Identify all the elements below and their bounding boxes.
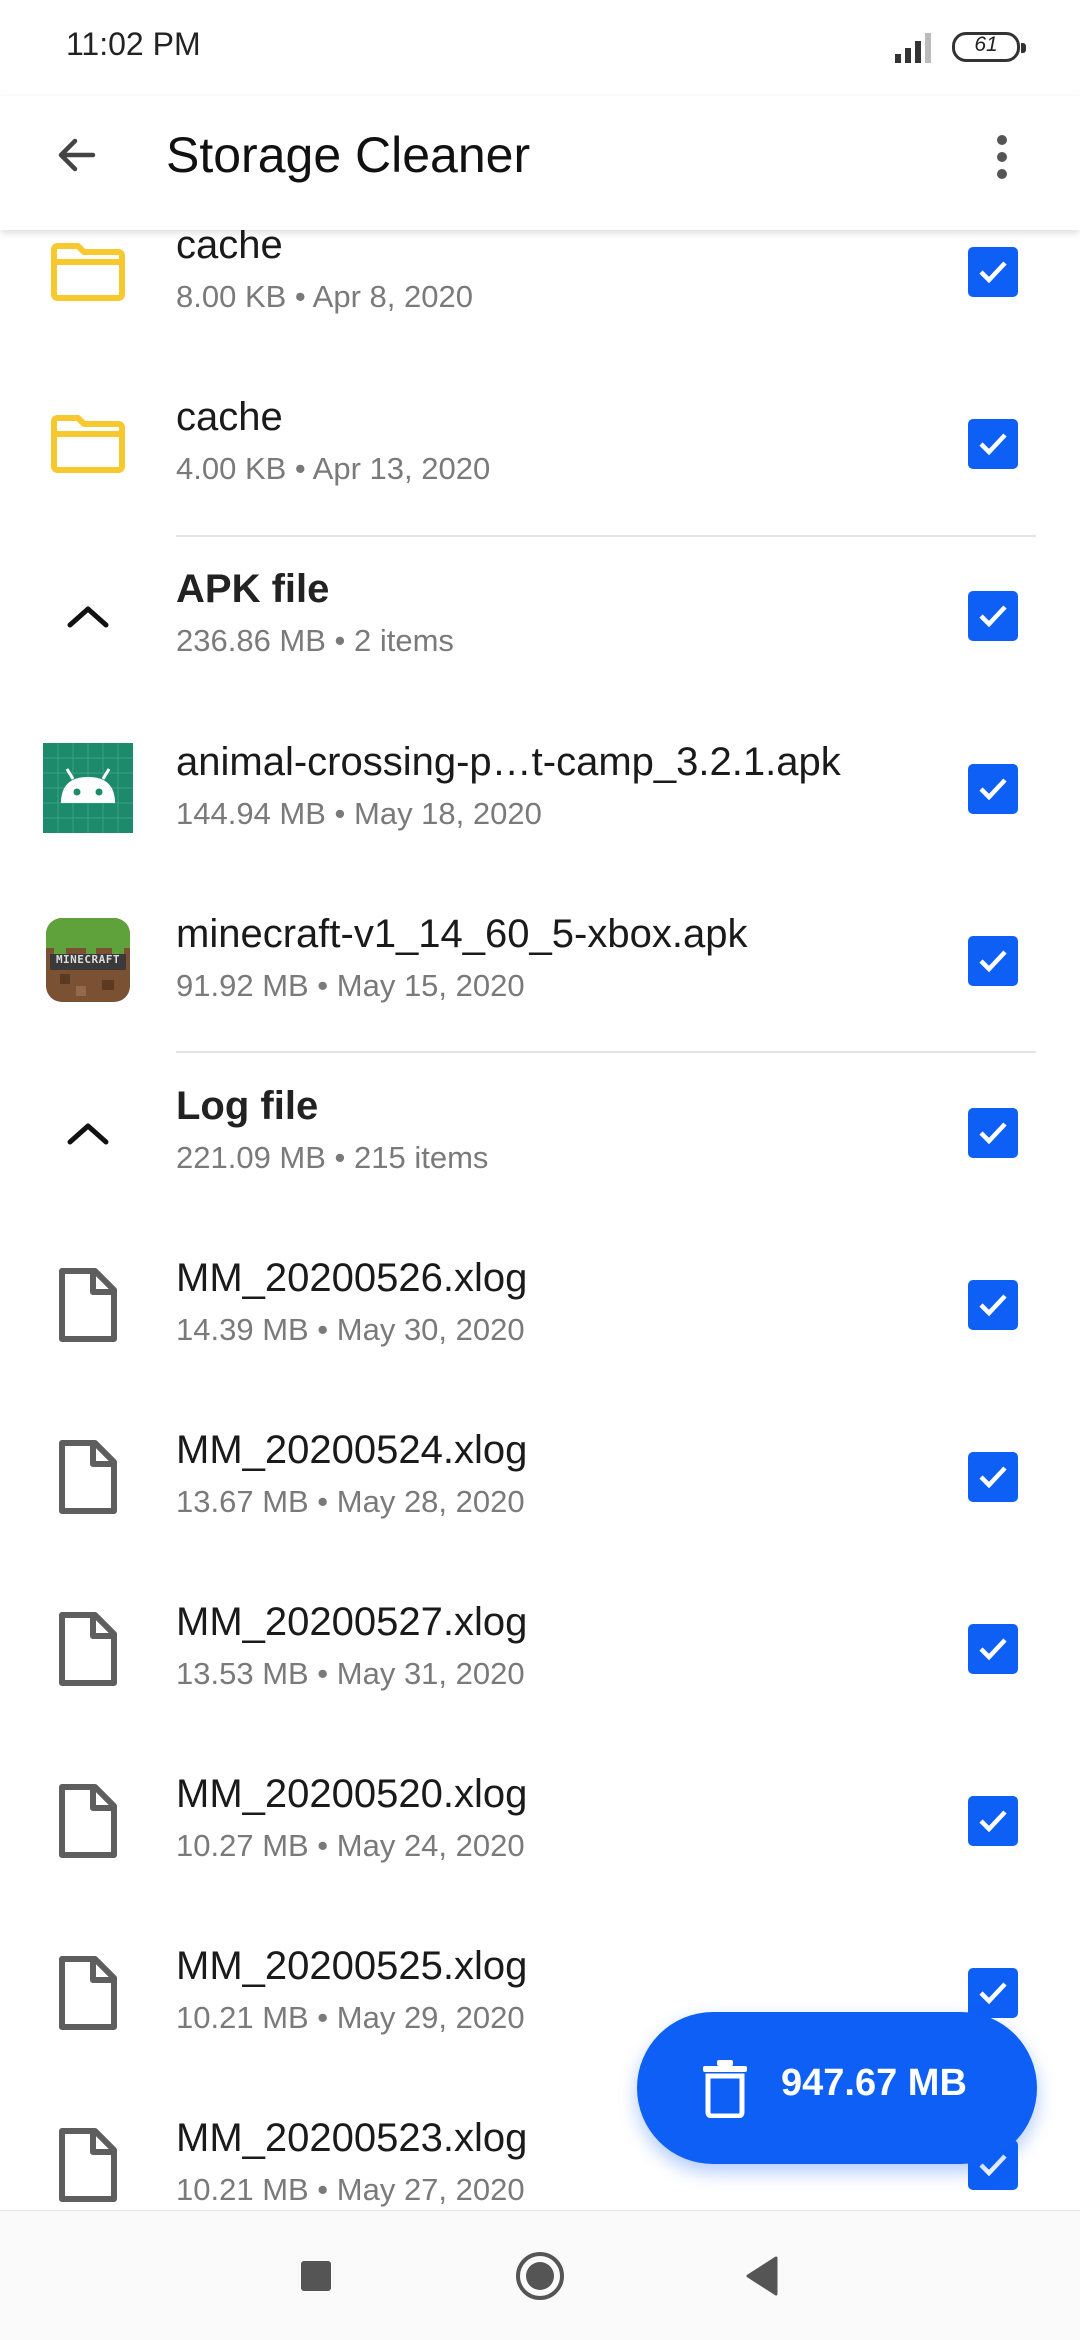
checkbox[interactable]: [968, 591, 1018, 641]
list-item[interactable]: animal-crossing-p…t-camp_3.2.1.apk 144.9…: [0, 704, 1080, 876]
checkbox[interactable]: [968, 764, 1018, 814]
checkbox[interactable]: [968, 1968, 1018, 2018]
file-icon: [40, 1945, 136, 2041]
item-subtitle: 13.67 MB • May 28, 2020: [176, 1484, 525, 1519]
file-icon: [40, 1257, 136, 1353]
clean-size-label: 947.67 MB: [781, 2062, 967, 2104]
item-title: minecraft-v1_14_60_5-xbox.apk: [176, 912, 748, 956]
android-apk-icon: [40, 740, 136, 836]
check-icon: [979, 1466, 1007, 1489]
home-button[interactable]: [505, 2241, 575, 2311]
system-nav-bar: [0, 2210, 1080, 2340]
chevron-up-icon[interactable]: [40, 568, 136, 664]
item-subtitle: 144.94 MB • May 18, 2020: [176, 796, 542, 831]
file-icon: [40, 1601, 136, 1697]
item-title: MM_20200524.xlog: [176, 1428, 528, 1472]
battery-level: 61: [974, 33, 998, 56]
item-title: MM_20200523.xlog: [176, 2116, 528, 2160]
file-icon: [40, 1773, 136, 1869]
file-icon: [40, 1429, 136, 1525]
check-icon: [979, 1122, 1007, 1145]
item-title: cache: [176, 230, 283, 267]
minecraft-icon-text: MINECRAFT: [55, 953, 121, 966]
check-icon: [979, 433, 1007, 456]
item-subtitle: 91.92 MB • May 15, 2020: [176, 968, 525, 1003]
checkbox[interactable]: [968, 1280, 1018, 1330]
list-item[interactable]: MM_20200526.xlog 14.39 MB • May 30, 2020: [0, 1220, 1080, 1392]
check-icon: [979, 950, 1007, 973]
more-options-button[interactable]: [980, 124, 1024, 190]
back-triangle-icon: [746, 2256, 778, 2296]
clean-button[interactable]: 947.67 MB: [637, 2012, 1037, 2164]
group-header-apk[interactable]: APK file 236.86 MB • 2 items: [0, 531, 1080, 703]
item-subtitle: 10.21 MB • May 29, 2020: [176, 2000, 525, 2035]
check-icon: [979, 778, 1007, 801]
check-icon: [979, 261, 1007, 284]
checkbox[interactable]: [968, 1452, 1018, 1502]
checkbox[interactable]: [968, 1108, 1018, 1158]
list-item[interactable]: cache 4.00 KB • Apr 13, 2020: [0, 359, 1080, 531]
list-item[interactable]: MINECRAFT minecraft-v1_14_60_5-xbox.apk …: [0, 876, 1080, 1048]
arrow-back-icon: [58, 138, 96, 172]
group-title: Log file: [176, 1084, 319, 1128]
status-bar: 11:02 PM 61: [0, 0, 1080, 96]
file-list: cache 8.00 KB • Apr 8, 2020 cache 4.00 K…: [0, 230, 1080, 2210]
checkbox[interactable]: [968, 1624, 1018, 1674]
home-icon: [516, 2252, 564, 2300]
more-vert-icon: [997, 135, 1007, 179]
item-subtitle: 4.00 KB • Apr 13, 2020: [176, 451, 491, 486]
recents-button[interactable]: [281, 2241, 351, 2311]
item-subtitle: 8.00 KB • Apr 8, 2020: [176, 279, 473, 314]
item-title: MM_20200526.xlog: [176, 1256, 528, 1300]
app-bar: Storage Cleaner: [0, 96, 1080, 230]
signal-icon: [895, 33, 931, 63]
item-subtitle: 13.53 MB • May 31, 2020: [176, 1656, 525, 1691]
checkbox[interactable]: [968, 419, 1018, 469]
item-title: MM_20200527.xlog: [176, 1600, 528, 1644]
check-icon: [979, 1638, 1007, 1661]
list-item[interactable]: MM_20200527.xlog 13.53 MB • May 31, 2020: [0, 1564, 1080, 1736]
folder-icon: [40, 396, 136, 492]
item-subtitle: 10.27 MB • May 24, 2020: [176, 1828, 525, 1863]
back-nav-button[interactable]: [727, 2241, 797, 2311]
item-title: cache: [176, 395, 283, 439]
item-title: MM_20200525.xlog: [176, 1944, 528, 1988]
list-item[interactable]: MM_20200524.xlog 13.67 MB • May 28, 2020: [0, 1392, 1080, 1564]
item-title: MM_20200520.xlog: [176, 1772, 528, 1816]
check-icon: [979, 1982, 1007, 2005]
group-subtitle: 236.86 MB • 2 items: [176, 623, 454, 658]
back-button[interactable]: [44, 122, 110, 188]
status-time: 11:02 PM: [66, 26, 201, 62]
check-icon: [979, 605, 1007, 628]
group-subtitle: 221.09 MB • 215 items: [176, 1140, 489, 1175]
list-item[interactable]: cache 8.00 KB • Apr 8, 2020: [0, 230, 1080, 359]
group-header-log[interactable]: Log file 221.09 MB • 215 items: [0, 1048, 1080, 1220]
item-subtitle: 10.21 MB • May 27, 2020: [176, 2172, 525, 2207]
item-subtitle: 14.39 MB • May 30, 2020: [176, 1312, 525, 1347]
item-title: animal-crossing-p…t-camp_3.2.1.apk: [176, 740, 841, 784]
folder-icon: [40, 230, 136, 320]
page-title: Storage Cleaner: [166, 127, 531, 183]
check-icon: [979, 1294, 1007, 1317]
list-item[interactable]: MM_20200520.xlog 10.27 MB • May 24, 2020: [0, 1736, 1080, 1908]
group-title: APK file: [176, 567, 330, 611]
checkbox[interactable]: [968, 1796, 1018, 1846]
trash-icon: [703, 2060, 747, 2118]
battery-icon: 61: [952, 32, 1026, 62]
file-icon: [40, 2117, 136, 2210]
recents-icon: [301, 2261, 331, 2291]
minecraft-app-icon: MINECRAFT: [40, 912, 136, 1008]
checkbox[interactable]: [968, 247, 1018, 297]
check-icon: [979, 1810, 1007, 1833]
checkbox[interactable]: [968, 936, 1018, 986]
chevron-up-icon[interactable]: [40, 1085, 136, 1181]
